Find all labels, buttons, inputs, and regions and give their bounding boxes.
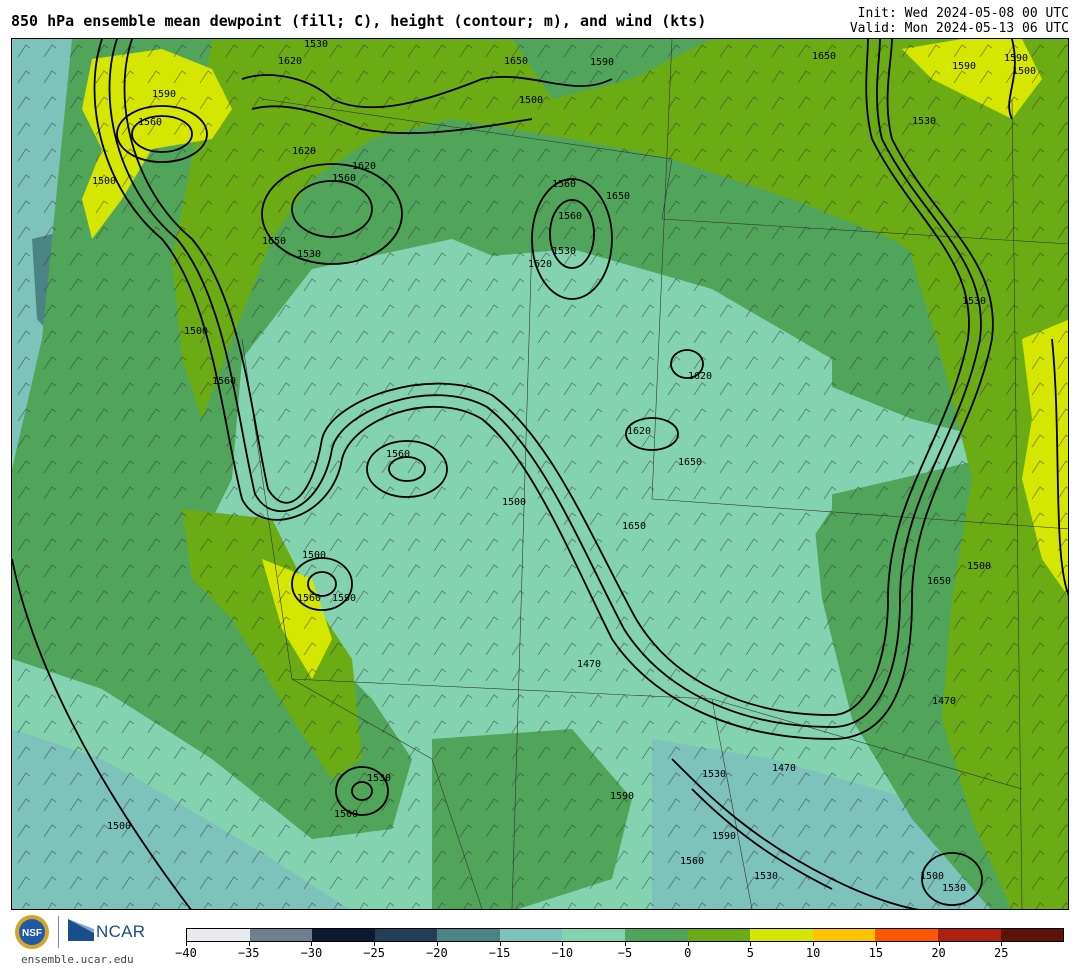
- contour-label: 1500: [502, 497, 526, 508]
- contour-label: 1620: [352, 161, 376, 172]
- contour-label: 1500: [519, 95, 543, 106]
- contour-label: 1650: [927, 576, 951, 587]
- contour-label: 1560: [558, 211, 582, 222]
- contour-label: 1530: [962, 296, 986, 307]
- logo-divider: [58, 916, 59, 948]
- contour-label: 1620: [688, 371, 712, 382]
- colorbar-tick-label: 25: [994, 946, 1009, 960]
- colorbar-tick-label: −20: [426, 946, 448, 960]
- colorbar-segment: [875, 929, 938, 941]
- contour-label: 1590: [590, 57, 614, 68]
- contour-label: 1650: [606, 191, 630, 202]
- ncar-logo-text: NCAR: [96, 922, 146, 941]
- contour-label: 1470: [772, 763, 796, 774]
- contour-label: 1530: [754, 871, 778, 882]
- map-title: 850 hPa ensemble mean dewpoint (fill; C)…: [11, 12, 707, 30]
- contour-label: 1500: [184, 326, 208, 337]
- contour-label: 1620: [627, 426, 651, 437]
- colorbar-tick-label: −25: [363, 946, 385, 960]
- contour-label: 1470: [577, 659, 601, 670]
- contour-label: 1650: [622, 521, 646, 532]
- ncar-logo-icon: [68, 919, 94, 941]
- colorbar-segment: [562, 929, 626, 941]
- colorbar-tick-label: −30: [300, 946, 323, 960]
- contour-label: 1620: [292, 146, 316, 157]
- contour-label: 1590: [152, 89, 176, 100]
- contour-label: 1560: [552, 179, 576, 190]
- logo-area: NSF NCAR ensemble.ucar.edu: [14, 912, 164, 970]
- init-time: Init: Wed 2024-05-08 00 UTC: [857, 6, 1069, 21]
- colorbar-tick-label: 15: [868, 946, 884, 960]
- nsf-logo-text: NSF: [22, 928, 42, 939]
- map-canvas: 1590 1560 1620 1530 1650 1500 1590 1560 …: [12, 39, 1068, 909]
- colorbar-tick-label: 10: [805, 946, 821, 960]
- colorbar-segment: [1000, 929, 1064, 941]
- contour-label: 1530: [367, 773, 391, 784]
- colorbar-segment: [812, 929, 876, 941]
- contour-label: 1470: [932, 696, 956, 707]
- valid-time: Valid: Mon 2024-05-13 06 UTC: [849, 21, 1069, 36]
- colorbar-tick-label: 20: [931, 946, 946, 960]
- contour-label: 1530: [297, 249, 321, 260]
- colorbar-segment: [374, 929, 438, 941]
- contour-label: 1560: [138, 117, 162, 128]
- contour-label: 1650: [812, 51, 836, 62]
- contour-label: 1530: [912, 116, 936, 127]
- contour-label: 1590: [952, 61, 976, 72]
- colorbar-tick-label: 5: [746, 946, 755, 960]
- contour-label: 1590: [610, 791, 634, 802]
- contour-label: 1620: [278, 56, 302, 67]
- colorbar-segment: [499, 929, 563, 941]
- colorbar-segment: [249, 929, 313, 941]
- contour-label: 1590: [332, 593, 356, 604]
- contour-label: 1500: [107, 821, 131, 832]
- contour-label: 1620: [528, 259, 552, 270]
- contour-label: 1500: [1012, 66, 1036, 77]
- contour-label: 1500: [302, 550, 326, 561]
- contour-label: 1500: [920, 871, 944, 882]
- contour-label: 1590: [712, 831, 736, 842]
- colorbar-segment: [687, 929, 751, 941]
- contour-label: 1530: [552, 246, 576, 257]
- colorbar-tick-label: 0: [684, 946, 692, 960]
- contour-label: 1530: [304, 39, 328, 50]
- contour-label: 1560: [680, 856, 704, 867]
- map-panel: 1590 1560 1620 1530 1650 1500 1590 1560 …: [11, 38, 1069, 910]
- contour-label: 1590: [1004, 53, 1028, 64]
- contour-label: 1560: [212, 376, 236, 387]
- colorbar-tick-label: −35: [237, 946, 260, 960]
- contour-label: 1500: [334, 809, 358, 820]
- colorbar-ticks: −40 −35 −30 −25 −20 −15 −10 −5 0 5 10 15 20 25: [175, 942, 1064, 968]
- colorbar-segment: [187, 929, 250, 941]
- site-url: ensemble.ucar.edu: [21, 953, 134, 966]
- contour-label: 1560: [297, 593, 321, 604]
- colorbar-segment: [437, 929, 500, 941]
- contour-label: 1500: [967, 561, 991, 572]
- contour-label: 1650: [262, 236, 286, 247]
- colorbar-segment: [312, 929, 375, 941]
- colorbar-tick-label: −40: [175, 946, 197, 960]
- colorbar-tick-label: −10: [551, 946, 574, 960]
- nsf-logo-icon: NSF: [15, 915, 49, 949]
- contour-label: 1560: [332, 173, 356, 184]
- colorbar-tick-label: −15: [488, 946, 511, 960]
- dewpoint-colorbar: [186, 928, 1064, 942]
- contour-label: 1650: [504, 56, 528, 67]
- colorbar-segment: [625, 929, 688, 941]
- colorbar-segment: [937, 929, 1001, 941]
- contour-label: 1530: [942, 883, 966, 894]
- contour-label: 1560: [386, 449, 410, 460]
- colorbar-tick-label: −5: [617, 946, 633, 960]
- contour-label: 1650: [678, 457, 702, 468]
- colorbar-segment: [750, 929, 813, 941]
- contour-label: 1500: [92, 176, 116, 187]
- contour-label: 1530: [702, 769, 726, 780]
